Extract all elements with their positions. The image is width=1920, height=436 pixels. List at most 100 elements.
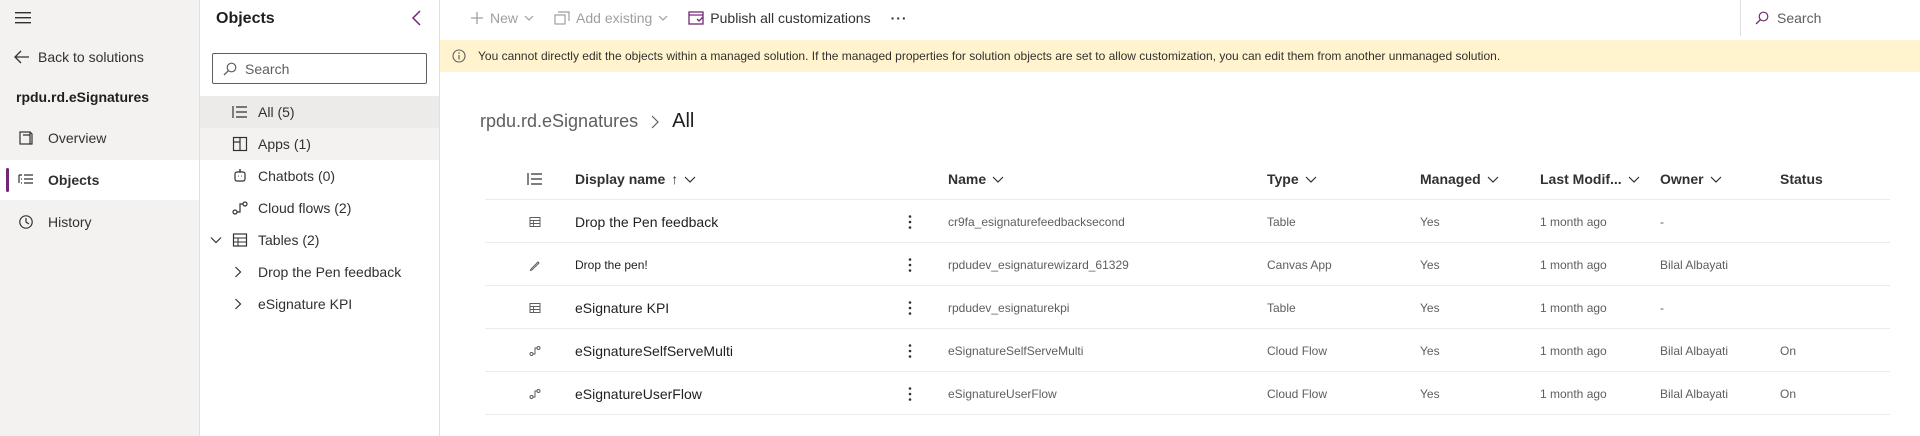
more-commands-button[interactable]: ··· — [881, 0, 918, 36]
row-more-actions-icon[interactable] — [905, 243, 915, 286]
tree-item-drop-the-pen-feedback[interactable]: Drop the Pen feedback — [200, 256, 439, 288]
new-button[interactable]: New — [440, 0, 544, 36]
chevron-down-icon — [524, 13, 534, 23]
row-display-name[interactable]: eSignatureSelfServeMulti — [575, 329, 733, 372]
chevron-down-icon — [992, 173, 1004, 185]
flow-icon — [232, 200, 248, 216]
row-more-actions-icon[interactable] — [905, 329, 915, 372]
publish-all-customizations-button[interactable]: Publish all customizations — [678, 0, 880, 36]
row-last-modified: 1 month ago — [1540, 257, 1607, 272]
hamburger-menu-icon[interactable] — [14, 11, 34, 25]
list-icon — [232, 104, 248, 120]
table-icon — [527, 200, 543, 243]
row-display-name[interactable]: eSignatureUserFlow — [575, 372, 702, 415]
history-icon — [18, 214, 34, 230]
add-existing-label: Add existing — [576, 10, 653, 26]
collapse-panel-icon[interactable] — [409, 9, 425, 27]
row-type: Cloud Flow — [1267, 386, 1328, 401]
objects-panel-title: Objects — [216, 10, 275, 27]
row-last-modified: 1 month ago — [1540, 214, 1607, 229]
tree-item-chatbots[interactable]: Chatbots (0) — [200, 160, 439, 192]
tree-item-count: (2) — [302, 232, 320, 248]
nav-item-objects[interactable]: Objects — [0, 160, 199, 200]
column-header-label: Owner — [1660, 171, 1704, 187]
row-more-actions-icon[interactable] — [905, 372, 915, 415]
tree-item-tables[interactable]: Tables (2) — [200, 224, 439, 256]
solution-name: rpdu.rd.eSignatures — [16, 89, 150, 105]
warning-text: You cannot directly edit the objects wit… — [478, 49, 1501, 63]
row-owner: Bilal Albayati — [1660, 257, 1729, 272]
column-header-type[interactable]: Type — [1267, 158, 1317, 200]
chevron-right-icon[interactable] — [232, 298, 244, 310]
tree-item-apps[interactable]: Apps (1) — [200, 128, 439, 160]
row-display-name[interactable]: eSignature KPI — [575, 286, 669, 329]
column-options-icon[interactable] — [527, 158, 543, 200]
apps-icon — [232, 136, 248, 152]
tree-item-label: Tables — [258, 232, 299, 248]
chevron-down-icon — [658, 13, 668, 23]
table-row[interactable]: eSignatureSelfServeMulti eSignatureSelfS… — [485, 329, 1890, 372]
publish-all-customizations-label: Publish all customizations — [710, 10, 871, 26]
tree-item-count: (5) — [277, 104, 295, 120]
objects-search-input[interactable]: Search — [212, 53, 427, 84]
row-managed: Yes — [1420, 343, 1440, 358]
tree-item-esignature-kpi[interactable]: eSignature KPI — [200, 288, 439, 320]
column-header-label: Managed — [1420, 171, 1481, 187]
back-to-solutions-link[interactable]: Back to solutions — [14, 49, 144, 65]
chevron-right-icon[interactable] — [232, 266, 244, 278]
chevron-down-icon — [1628, 173, 1640, 185]
table-icon — [232, 232, 248, 248]
chatbot-icon — [232, 168, 248, 184]
objects-search-placeholder: Search — [245, 60, 290, 77]
more-icon: ··· — [890, 10, 908, 26]
table-row[interactable]: eSignatureUserFlow eSignatureUserFlow Cl… — [485, 372, 1890, 415]
row-last-modified: 1 month ago — [1540, 300, 1607, 315]
row-type: Canvas App — [1267, 257, 1332, 272]
row-owner: Bilal Albayati — [1660, 386, 1729, 401]
table-icon — [527, 286, 543, 329]
tree-item-count: (1) — [293, 136, 311, 152]
row-managed: Yes — [1420, 214, 1440, 229]
chevron-down-icon[interactable] — [210, 234, 222, 246]
tree-item-cloud-flows[interactable]: Cloud flows (2) — [200, 192, 439, 224]
row-display-name[interactable]: Drop the Pen feedback — [575, 200, 718, 243]
row-more-actions-icon[interactable] — [905, 286, 915, 329]
table-row[interactable]: Drop the Pen feedback cr9fa_esignaturefe… — [485, 200, 1890, 243]
new-button-label: New — [490, 10, 519, 26]
row-name: eSignatureUserFlow — [948, 386, 1057, 401]
row-owner: - — [1660, 300, 1664, 315]
row-more-actions-icon[interactable] — [905, 200, 915, 243]
column-header-status[interactable]: Status — [1780, 158, 1823, 200]
column-header-label: Type — [1267, 171, 1299, 187]
global-search-input[interactable]: Search — [1740, 0, 1920, 36]
row-managed: Yes — [1420, 386, 1440, 401]
column-header-owner[interactable]: Owner — [1660, 158, 1722, 200]
row-type: Table — [1267, 300, 1296, 315]
row-name: rpdudev_esignaturekpi — [948, 300, 1070, 315]
nav-item-history[interactable]: History — [0, 202, 199, 242]
table-row[interactable]: eSignature KPI rpdudev_esignaturekpi Tab… — [485, 286, 1890, 329]
global-search-placeholder: Search — [1777, 10, 1822, 26]
tree-item-label: Cloud flows — [258, 200, 331, 216]
table-row[interactable]: Drop the pen! rpdudev_esignaturewizard_6… — [485, 243, 1890, 286]
column-header-last-modified[interactable]: Last Modif... — [1540, 158, 1640, 200]
breadcrumb-parent[interactable]: rpdu.rd.eSignatures — [480, 111, 638, 132]
objects-grid: Display name ↑ Name Type Managed Last Mo… — [485, 158, 1890, 415]
tree-item-count: (0) — [317, 168, 336, 184]
row-display-name[interactable]: Drop the pen! — [575, 243, 648, 286]
tree-item-all[interactable]: All (5) — [200, 96, 439, 128]
objects-icon — [18, 172, 34, 188]
pen-icon — [527, 243, 543, 286]
breadcrumb-current: All — [672, 110, 695, 132]
row-type: Cloud Flow — [1267, 343, 1328, 358]
add-existing-button[interactable]: Add existing — [544, 0, 678, 36]
nav-item-label: Overview — [48, 130, 107, 146]
chevron-down-icon — [1710, 173, 1722, 185]
left-navigation: Back to solutions rpdu.rd.eSignatures Ov… — [0, 0, 200, 436]
column-header-display-name[interactable]: Display name ↑ — [575, 158, 696, 200]
search-icon — [1755, 11, 1769, 25]
chevron-right-icon — [650, 115, 660, 129]
nav-item-overview[interactable]: Overview — [0, 118, 199, 158]
column-header-name[interactable]: Name — [948, 158, 1004, 200]
column-header-managed[interactable]: Managed — [1420, 158, 1499, 200]
